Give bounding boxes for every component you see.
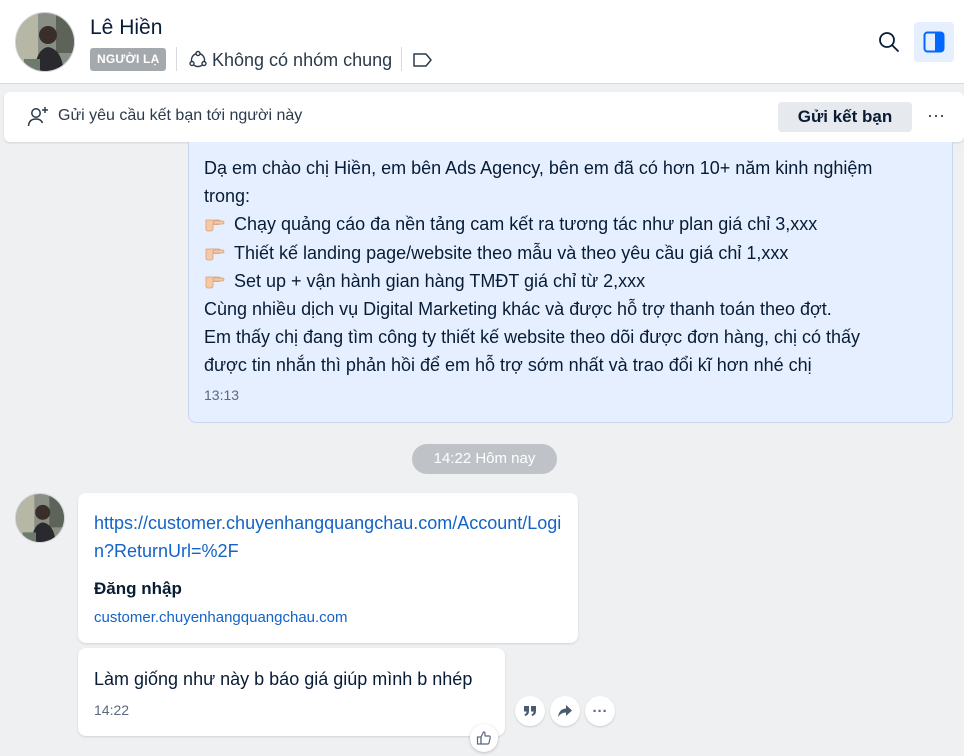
point-right-icon [205,276,225,289]
link-domain[interactable]: customer.chuyenhangquangchau.com [94,609,348,626]
sent-message-text: Dạ em chào chị Hiền, em bên Ads Agency, … [204,154,944,380]
message-line: Chạy quảng cáo đa nền tảng cam kết ra tư… [204,210,944,238]
message-timestamp: 13:13 [204,387,240,403]
more-options-button[interactable]: ··· [924,102,948,132]
point-right-icon [205,220,225,232]
stranger-badge: NGƯỜI LẠ [90,48,167,71]
received-message-bubble[interactable]: Làm giống như này b báo giá giúp mình b … [78,648,505,736]
share-button[interactable] [550,696,580,726]
like-icon [476,731,491,745]
point-right-icon [205,248,225,261]
common-groups-label: Không có nhóm chung [212,49,393,70]
divider [401,47,402,71]
sender-avatar[interactable] [15,493,65,543]
add-friend-icon [26,105,50,134]
message-line-text: Set up + vận hành gian hàng TMĐT giá chỉ… [234,270,646,291]
message-line-text: Chạy quảng cáo đa nền tảng cam kết ra tư… [234,214,818,235]
message-line: Cùng nhiều dịch vụ Digital Marketing khá… [204,299,832,320]
link-title: Đăng nhập [94,579,182,598]
friend-request-bar: Gửi yêu cầu kết bạn tới người này Gửi kế… [4,92,964,142]
sidebar-toggle-icon [923,31,945,53]
quote-icon [524,706,536,716]
share-icon [558,705,572,717]
react-like-button[interactable] [470,724,498,752]
date-divider: 14:22 Hôm nay [412,444,557,474]
more-actions-button[interactable]: ··· [585,696,615,726]
message-line: Set up + vận hành gian hàng TMĐT giá chỉ… [204,267,944,295]
common-groups[interactable]: Không có nhóm chung [188,47,392,73]
toggle-info-panel-button[interactable] [914,22,954,62]
message-text: Làm giống như này b báo giá giúp mình b … [94,669,473,689]
link-preview-message[interactable]: https://customer.chuyenhangquangchau.com… [78,493,578,643]
message-timestamp: 14:22 [94,702,130,718]
send-friend-request-button[interactable]: Gửi kết bạn [778,102,912,132]
contact-name[interactable]: Lê Hiền [90,16,162,40]
group-icon [189,50,207,68]
friend-request-text: Gửi yêu cầu kết bạn tới người này [58,107,303,124]
message-line: trong: [204,186,251,207]
contact-avatar[interactable] [15,12,75,72]
message-line-text: Thiết kế landing page/website theo mẫu v… [234,242,789,263]
link-url[interactable]: https://customer.chuyenhangquangchau.com… [94,509,564,565]
message-line: Thiết kế landing page/website theo mẫu v… [204,239,944,267]
message-line: Dạ em chào chị Hiền, em bên Ads Agency, … [204,158,873,178]
quote-reply-button[interactable] [515,696,545,726]
search-button[interactable] [874,27,904,57]
message-line: Em thấy chị đang tìm công ty thiết kế we… [204,327,861,348]
divider [176,47,177,71]
tag-icon[interactable] [412,51,434,74]
chat-header: Lê Hiền NGƯỜI LẠ Không có nhóm chung [0,0,964,84]
sent-message-bubble[interactable]: Dạ em chào chị Hiền, em bên Ads Agency, … [188,142,953,423]
search-icon [879,32,899,52]
message-line: được tin nhắn thì phản hồi để em hỗ trợ … [204,355,812,376]
